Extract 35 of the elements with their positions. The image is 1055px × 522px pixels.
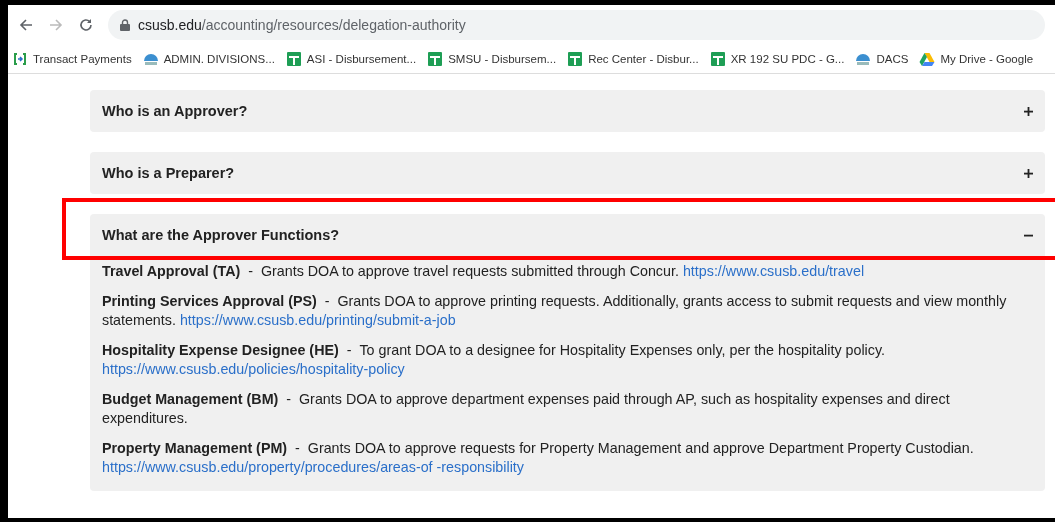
accordion-header[interactable]: Who is an Approver?: [90, 90, 1045, 132]
address-bar[interactable]: csusb.edu/accounting/resources/delegation-authority: [108, 10, 1045, 40]
reload-icon[interactable]: [78, 17, 94, 33]
accordion-header[interactable]: What are the Approver Functions?: [90, 214, 1045, 256]
bookmark[interactable]: SMSU - Disbursem...: [427, 51, 557, 67]
function-description: Hospitality Expense Designee (HE) - To grant DOA to a designee for Hospitality Expenses only, per the hospitality policy. https://www.csusb.edu/policies/hospitality-policy: [102, 341, 886, 379]
sheet-icon: [285, 51, 302, 67]
sheet-icon: [427, 51, 444, 67]
bracket-logo-icon: [12, 51, 28, 67]
plus-icon: [1024, 106, 1033, 116]
plus-icon: [1024, 168, 1033, 178]
dome-logo-icon: [855, 51, 872, 67]
sheet-icon: [567, 51, 584, 67]
bookmark[interactable]: Transact Payments: [12, 51, 132, 67]
link[interactable]: https://www.csusb.edu/policies/hospitality-policy: [102, 361, 405, 377]
back-arrow-icon[interactable]: [18, 17, 34, 33]
link[interactable]: https://www.csusb.edu/printing/submit-a-job: [179, 312, 456, 328]
triangle-logo-icon: [919, 51, 936, 67]
lock-icon: [120, 19, 130, 31]
link[interactable]: https://www.csusb.edu/property/procedures/areas-of -responsibility: [102, 459, 524, 475]
bookmark[interactable]: ADMIN. DIVISIONS...: [142, 51, 275, 67]
dome-logo-icon: [142, 51, 159, 67]
url-text: csusb.edu/accounting/resources/delegation-authority: [138, 17, 466, 33]
function-description: Budget Management (BM) - Grants DOA to approve department expenses paid through AP, such as hospitality expenses and direct expenditures.: [102, 390, 951, 428]
sheet-icon: [709, 51, 726, 67]
link[interactable]: https://www.csusb.edu/travel: [682, 263, 865, 279]
bookmark[interactable]: Rec Center - Disbur...: [567, 51, 699, 67]
function-description: Property Management (PM) - Grants DOA to approve requests for Property Management and approve Department Property Custodian. https://www.csusb.edu/property/procedures/areas-of -responsibility: [102, 439, 975, 477]
bookmark[interactable]: ASI - Disbursement...: [285, 51, 417, 67]
bookmark[interactable]: My Drive - Google: [919, 51, 1034, 67]
accordion-header[interactable]: Who is a Preparer?: [90, 152, 1045, 194]
function-description: Printing Services Approval (PS) - Grants DOA to approve printing requests. Additionally, grants access to submit requests and view monthly statements. https://www.csusb.edu/printing/submit-a-job: [102, 292, 1008, 330]
function-description: Travel Approval (TA) - Grants DOA to approve travel requests submitted through Concur. https://www.csusb.edu/travel: [102, 262, 866, 281]
bookmark[interactable]: DACS: [855, 51, 909, 67]
bookmark[interactable]: XR 192 SU PDC - G...: [709, 51, 845, 67]
